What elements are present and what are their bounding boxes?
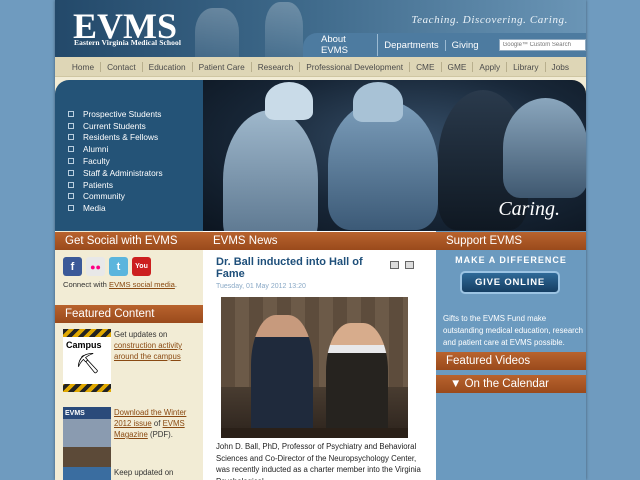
bullet-square-icon: [68, 193, 74, 200]
give-online-button[interactable]: GIVE ONLINE: [460, 271, 560, 294]
audience-item[interactable]: Staff & Administrators: [68, 167, 203, 179]
photo-person: [251, 315, 313, 438]
featured-item: Keep updated on: [63, 467, 201, 480]
nav-contact[interactable]: Contact: [101, 61, 143, 72]
nav-gme[interactable]: GME: [442, 61, 474, 72]
hero-caption: Caring.: [498, 198, 560, 220]
facebook-icon[interactable]: f: [63, 257, 82, 276]
flickr-icon[interactable]: ●●: [86, 257, 105, 276]
bullet-square-icon: [68, 158, 74, 165]
audience-item[interactable]: Patients: [68, 179, 203, 191]
audience-item[interactable]: Prospective Students: [68, 108, 203, 120]
article-body: John D. Ball, PhD, Professor of Psychiat…: [216, 442, 421, 480]
magazine-logo: EVMS: [65, 410, 85, 417]
nav-home[interactable]: Home: [66, 61, 102, 72]
featured-videos-heading[interactable]: Featured Videos: [436, 352, 586, 370]
hero-figure: [503, 98, 586, 198]
featured-heading: Featured Content: [55, 305, 203, 323]
social-text: Connect with EVMS social media.: [63, 280, 177, 289]
nav-departments[interactable]: Departments: [378, 39, 446, 51]
nav-apply[interactable]: Apply: [473, 61, 508, 72]
support-column: Support EVMS MAKE A DIFFERENCE GIVE ONLI…: [436, 231, 586, 480]
nav-jobs[interactable]: Jobs: [546, 62, 576, 72]
featured-item: EVMS Download the Winter 2012 issue of E…: [63, 407, 201, 473]
news-column: EVMS News Dr. Ball inducted into Hall of…: [203, 231, 436, 480]
hero-figure: [265, 82, 313, 120]
main-nav: Home Contact Education Patient Care Rese…: [55, 57, 586, 77]
article-title[interactable]: Dr. Ball inducted into Hall of Fame: [216, 256, 386, 280]
gifts-text: Gifts to the EVMS Fund make outstanding …: [443, 314, 583, 347]
audience-item[interactable]: Residents & Fellows: [68, 132, 203, 144]
left-column: Get Social with EVMS f ●● t You Connect …: [55, 231, 203, 480]
hero-figure: [353, 82, 403, 122]
nav-giving[interactable]: Giving: [446, 40, 485, 51]
twitter-icon[interactable]: t: [109, 257, 128, 276]
search-input[interactable]: [498, 39, 586, 51]
audience-item[interactable]: Media: [68, 202, 203, 214]
logo-subtitle: Eastern Virginia Medical School: [74, 38, 182, 47]
bullet-square-icon: [68, 110, 74, 117]
campus-label: Campus: [66, 340, 102, 350]
construction-thumbnail[interactable]: Campus ⛏: [63, 329, 111, 392]
nav-cme[interactable]: CME: [410, 61, 442, 72]
support-heading: Support EVMS: [436, 232, 586, 250]
tagline: Teaching. Discovering. Caring.: [411, 14, 568, 26]
header-photo-figure: [265, 2, 303, 57]
site-header: EVMS Eastern Virginia Medical School Tea…: [55, 0, 586, 57]
nav-patient-care[interactable]: Patient Care: [193, 61, 252, 72]
nav-research[interactable]: Research: [252, 61, 301, 72]
audience-item[interactable]: Alumni: [68, 143, 203, 155]
audience-menu: Prospective Students Current Students Re…: [55, 80, 203, 231]
audience-item[interactable]: Current Students: [68, 120, 203, 132]
audience-item[interactable]: Community: [68, 191, 203, 203]
nav-professional-development[interactable]: Professional Development: [300, 61, 411, 72]
news-heading: EVMS News: [203, 232, 436, 250]
nav-library[interactable]: Library: [507, 61, 546, 72]
calendar-heading[interactable]: ▼ On the Calendar: [436, 375, 586, 393]
featured-item: Campus ⛏ Get updates on construction act…: [63, 329, 201, 395]
bullet-square-icon: [68, 146, 74, 153]
make-difference-text: MAKE A DIFFERENCE: [455, 255, 567, 265]
magazine-thumbnail[interactable]: EVMS: [63, 407, 111, 470]
bullet-square-icon: [68, 169, 74, 176]
article-photo: [221, 297, 408, 438]
email-icon[interactable]: [405, 261, 414, 269]
hero-image: Caring.: [203, 80, 586, 231]
nav-education[interactable]: Education: [143, 61, 193, 72]
page: EVMS Eastern Virginia Medical School Tea…: [55, 0, 586, 480]
worker-icon: ⛏: [75, 353, 101, 375]
construction-link[interactable]: construction activity around the campus: [114, 341, 182, 361]
bullet-square-icon: [68, 122, 74, 129]
print-icon[interactable]: [390, 261, 399, 269]
hero-figure: [223, 110, 318, 231]
header-photo-figure: [195, 8, 239, 57]
social-icons: f ●● t You: [63, 257, 151, 276]
audience-item[interactable]: Faculty: [68, 155, 203, 167]
bullet-square-icon: [68, 205, 74, 212]
featured-thumbnail[interactable]: [63, 467, 111, 480]
nav-about[interactable]: About EVMS: [315, 34, 379, 56]
photo-person: [326, 323, 388, 438]
bullet-square-icon: [68, 134, 74, 141]
youtube-icon[interactable]: You: [132, 257, 151, 276]
social-media-link[interactable]: EVMS social media: [109, 280, 175, 289]
top-nav: About EVMS Departments Giving: [303, 33, 586, 57]
bullet-square-icon: [68, 181, 74, 188]
social-heading: Get Social with EVMS: [55, 232, 203, 250]
article-date: Tuesday, 01 May 2012 13:20: [216, 283, 306, 290]
